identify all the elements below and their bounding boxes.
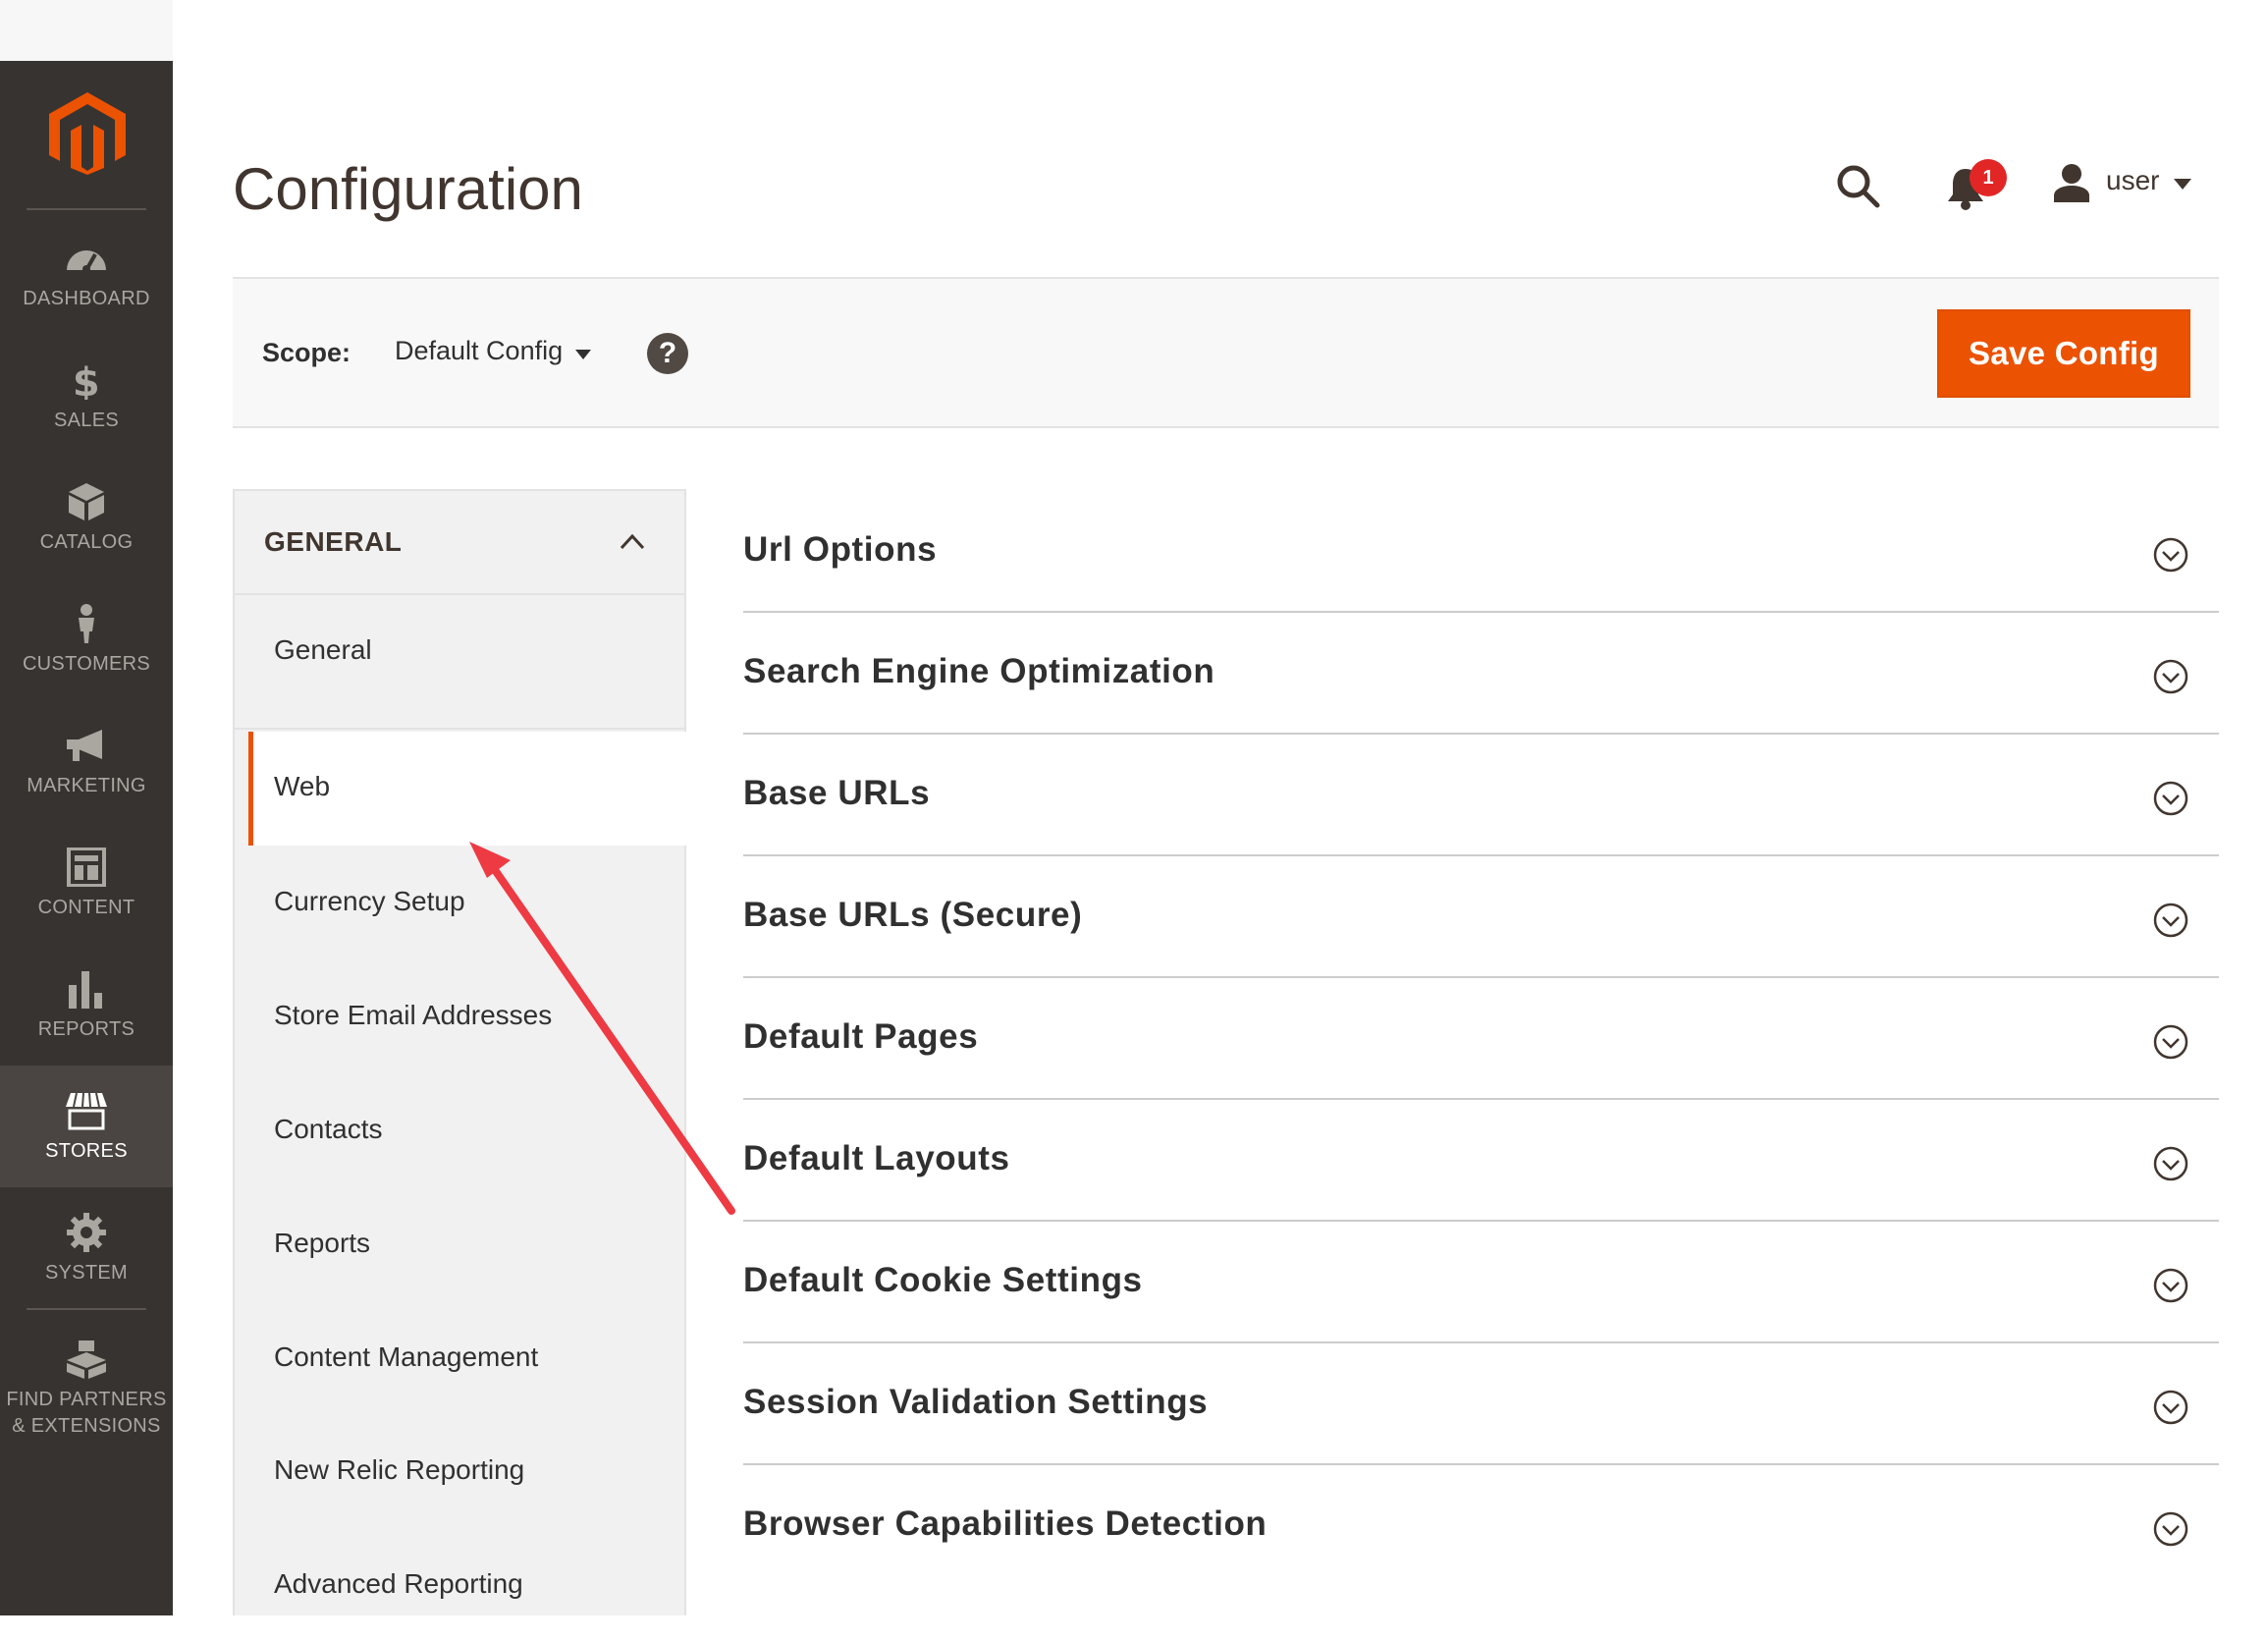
nav-label: DASHBOARD: [23, 287, 150, 309]
expand-chevron-icon[interactable]: [2152, 1510, 2189, 1548]
nav-label: CATALOG: [39, 530, 134, 553]
nav-customers[interactable]: CUSTOMERS: [0, 578, 173, 700]
section-title: Base URLs: [743, 774, 931, 812]
expand-chevron-icon[interactable]: [2152, 780, 2189, 817]
nav-label-line2: & EXTENSIONS: [12, 1415, 161, 1437]
nav-label: SYSTEM: [44, 1261, 129, 1284]
expand-chevron-icon[interactable]: [2152, 1023, 2189, 1061]
scope-toolbar: Scope: Default Config ? Save Config: [233, 277, 2219, 428]
tab-content-management[interactable]: Content Management: [235, 1302, 684, 1414]
nav-reports[interactable]: REPORTS: [0, 944, 173, 1066]
section-title: Default Pages: [743, 1017, 979, 1056]
tab-contacts[interactable]: Contacts: [235, 1074, 684, 1186]
sidebar-divider: [27, 1308, 146, 1310]
dashboard-icon: [63, 237, 110, 280]
nav-sales[interactable]: $ SALES: [0, 335, 173, 457]
expand-chevron-icon[interactable]: [2152, 902, 2189, 939]
tab-divider: [233, 728, 686, 730]
nav-dashboard[interactable]: DASHBOARD: [0, 213, 173, 335]
section-url-options[interactable]: Url Options: [743, 491, 2219, 613]
tab-group-title: GENERAL: [264, 526, 403, 557]
nav-stores[interactable]: STORES: [0, 1066, 173, 1187]
person-icon: [63, 602, 110, 645]
tab-advanced-reporting[interactable]: Advanced Reporting: [235, 1529, 684, 1641]
tab-label: Advanced Reporting: [274, 1568, 523, 1599]
nav-label: SALES: [54, 409, 119, 431]
expand-chevron-icon[interactable]: [2152, 536, 2189, 574]
section-base-urls[interactable]: Base URLs: [743, 735, 2219, 856]
section-title: Url Options: [743, 530, 938, 569]
section-default-layouts[interactable]: Default Layouts: [743, 1100, 2219, 1222]
section-title: Browser Capabilities Detection: [743, 1504, 1268, 1543]
expand-chevron-icon[interactable]: [2152, 658, 2189, 695]
save-config-button[interactable]: Save Config: [1937, 309, 2190, 398]
chevron-down-icon[interactable]: [2174, 179, 2191, 190]
chevron-down-icon[interactable]: [575, 350, 591, 359]
section-title: Default Layouts: [743, 1139, 1010, 1177]
page-title: Configuration: [233, 156, 583, 222]
nav-label: REPORTS: [37, 1017, 135, 1040]
nav-label-line1: FIND PARTNERS: [6, 1389, 167, 1410]
section-title: Default Cookie Settings: [743, 1261, 1143, 1299]
section-browser-capabilities-detection[interactable]: Browser Capabilities Detection: [743, 1465, 2219, 1587]
boxes-icon: [63, 1338, 110, 1381]
section-default-pages[interactable]: Default Pages: [743, 978, 2219, 1100]
tab-label: Currency Setup: [274, 886, 465, 916]
nav-content[interactable]: CONTENT: [0, 822, 173, 944]
nav-label: CUSTOMERS: [22, 652, 151, 675]
sidebar-top-spacer: [0, 0, 173, 61]
user-avatar-icon[interactable]: [2052, 163, 2091, 202]
scope-label: Scope:: [262, 338, 351, 367]
gear-icon: [63, 1211, 110, 1254]
tab-new-relic-reporting[interactable]: New Relic Reporting: [235, 1415, 684, 1527]
tab-label: Content Management: [274, 1341, 539, 1372]
help-icon[interactable]: ?: [647, 333, 688, 374]
search-icon[interactable]: [1834, 162, 1881, 209]
tab-general[interactable]: General: [235, 595, 684, 707]
nav-label: CONTENT: [37, 896, 135, 918]
section-title: Base URLs (Secure): [743, 896, 1083, 934]
storefront-icon: [63, 1089, 110, 1132]
section-title: Search Engine Optimization: [743, 652, 1215, 690]
tab-label: Web: [274, 771, 331, 801]
tab-label: Contacts: [274, 1114, 383, 1144]
notification-count-badge[interactable]: 1: [1970, 159, 2007, 196]
dollar-icon: $: [63, 358, 110, 402]
config-tabs-panel: GENERAL General Web Currency Setup Store…: [233, 489, 686, 1615]
tab-group-general[interactable]: GENERAL: [235, 491, 684, 595]
megaphone-icon: [63, 724, 110, 767]
expand-chevron-icon[interactable]: [2152, 1267, 2189, 1304]
user-menu[interactable]: user: [2106, 165, 2159, 196]
section-default-cookie-settings[interactable]: Default Cookie Settings: [743, 1222, 2219, 1343]
sidebar-divider: [27, 208, 146, 210]
expand-chevron-icon[interactable]: [2152, 1145, 2189, 1182]
tab-currency-setup[interactable]: Currency Setup: [235, 847, 684, 958]
nav-label: MARKETING: [27, 774, 146, 796]
tab-label: General: [274, 634, 372, 665]
tab-label: Store Email Addresses: [274, 1000, 553, 1030]
tab-reports[interactable]: Reports: [235, 1188, 684, 1300]
tab-web[interactable]: Web: [248, 732, 686, 846]
svg-text:$: $: [73, 360, 100, 400]
nav-find-partners[interactable]: FIND PARTNERS & EXTENSIONS: [0, 1320, 173, 1457]
chevron-up-icon: [620, 533, 645, 550]
scope-switcher[interactable]: Default Config: [395, 336, 563, 366]
magento-logo-icon[interactable]: [49, 92, 126, 175]
nav-catalog[interactable]: CATALOG: [0, 457, 173, 578]
section-title: Session Validation Settings: [743, 1383, 1209, 1421]
tab-label: Reports: [274, 1228, 371, 1258]
nav-system[interactable]: SYSTEM: [0, 1187, 173, 1309]
bar-chart-icon: [63, 967, 110, 1011]
tab-label: New Relic Reporting: [274, 1454, 525, 1485]
nav-label: STORES: [45, 1139, 128, 1162]
section-base-urls-secure[interactable]: Base URLs (Secure): [743, 856, 2219, 978]
tab-store-email-addresses[interactable]: Store Email Addresses: [235, 960, 684, 1072]
admin-sidebar: DASHBOARD $ SALES CATALOG CUSTOMERS MARK…: [0, 61, 173, 1615]
nav-marketing[interactable]: MARKETING: [0, 700, 173, 822]
section-search-engine-optimization[interactable]: Search Engine Optimization: [743, 613, 2219, 735]
box-icon: [63, 480, 110, 523]
expand-chevron-icon[interactable]: [2152, 1389, 2189, 1426]
section-session-validation-settings[interactable]: Session Validation Settings: [743, 1343, 2219, 1465]
layout-icon: [63, 846, 110, 889]
